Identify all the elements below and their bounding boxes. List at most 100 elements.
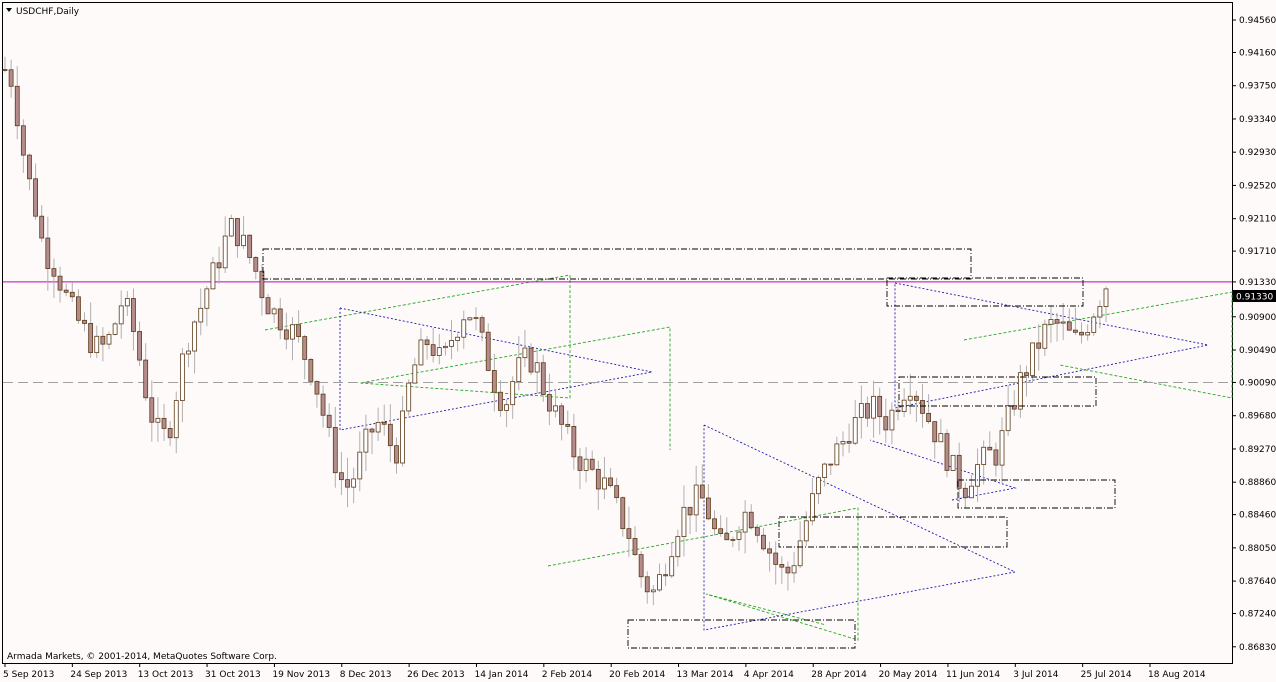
- y-tick-label: 0.90090: [1239, 378, 1276, 388]
- candle-body: [938, 433, 944, 443]
- candle-body: [449, 340, 454, 347]
- candle-body: [724, 533, 730, 541]
- candle-body: [235, 218, 240, 247]
- candle-body: [222, 235, 228, 269]
- candle-body: [583, 458, 589, 471]
- candle-body: [522, 347, 528, 359]
- candle-body: [69, 291, 75, 298]
- candle-body: [345, 479, 350, 488]
- candle-body: [1036, 342, 1042, 349]
- candle-body: [1005, 405, 1011, 432]
- candle-body: [20, 125, 26, 156]
- y-tick-label: 0.93750: [1239, 82, 1276, 92]
- y-tick-label: 0.90900: [1239, 313, 1276, 323]
- candle-body: [1054, 319, 1060, 324]
- candle-body: [406, 382, 412, 412]
- candle-body: [461, 319, 467, 338]
- candle-body: [950, 454, 956, 471]
- chart-symbol-title: USDCHF,Daily: [16, 7, 80, 17]
- y-tick-label: 0.91330: [1239, 278, 1276, 288]
- candle-body: [369, 428, 375, 433]
- candle-body: [932, 421, 938, 443]
- candle-body: [748, 511, 754, 529]
- candle-body: [88, 323, 94, 354]
- y-tick-label: 0.94160: [1239, 48, 1276, 58]
- candle-body: [614, 485, 620, 499]
- candle-body: [161, 417, 167, 429]
- candle-body: [553, 405, 558, 412]
- candle-body: [620, 497, 626, 530]
- candle-body: [186, 350, 191, 355]
- candle-body: [644, 576, 650, 593]
- candle-body: [975, 464, 980, 487]
- x-tick-label: 8 Dec 2013: [340, 670, 392, 680]
- chart-background: [0, 0, 1276, 682]
- y-tick-label: 0.92110: [1239, 215, 1276, 225]
- price-label: 0.91330: [1233, 290, 1276, 303]
- candle-body: [100, 335, 106, 345]
- y-tick-label: 0.90490: [1239, 346, 1276, 356]
- y-tick-label: 0.93340: [1239, 115, 1276, 125]
- candle-body: [803, 520, 809, 542]
- y-tick-label: 0.88460: [1239, 511, 1276, 521]
- candle-body: [595, 468, 601, 490]
- x-tick-label: 13 Oct 2013: [138, 670, 194, 680]
- candle-body: [498, 391, 503, 411]
- candle-body: [302, 336, 308, 360]
- candle-body: [761, 534, 766, 550]
- candle-body: [816, 477, 821, 495]
- candle-body: [204, 288, 210, 309]
- candle-body: [241, 234, 246, 247]
- candle-body: [589, 458, 595, 470]
- candle-body: [834, 443, 840, 466]
- candle-body: [1066, 321, 1072, 331]
- candle-body: [559, 405, 565, 425]
- candle-body: [491, 370, 497, 393]
- candle-body: [394, 445, 399, 464]
- candle-body: [742, 511, 748, 533]
- candle-body: [143, 359, 149, 399]
- x-tick-label: 11 Jun 2014: [946, 670, 1000, 680]
- candle-body: [473, 317, 479, 320]
- candle-body: [883, 416, 889, 431]
- candle-body: [962, 487, 968, 499]
- chart-title[interactable]: USDCHF,Daily: [6, 7, 80, 17]
- candle-body: [314, 380, 320, 395]
- candle-body: [663, 574, 668, 577]
- candle-body: [247, 234, 253, 258]
- candle-body: [706, 497, 711, 520]
- candle-body: [528, 347, 534, 373]
- chart-canvas[interactable]: 0.94560 0.94160 0.93750 0.93340 0.92930 0.925…: [0, 0, 1276, 682]
- candle-body: [889, 409, 895, 431]
- y-tick-label: 0.94560: [1239, 16, 1276, 26]
- candle-body: [510, 381, 516, 406]
- y-tick-label: 0.87240: [1239, 610, 1276, 620]
- x-tick-label: 25 Jul 2014: [1081, 670, 1132, 680]
- candle-body: [828, 463, 834, 466]
- y-tick-label: 0.92520: [1239, 181, 1276, 191]
- candle-body: [179, 353, 185, 401]
- current-price-value: 0.91330: [1236, 293, 1273, 303]
- candle-body: [1024, 372, 1029, 376]
- candle-body: [430, 344, 436, 356]
- x-tick-label: 20 Feb 2014: [609, 670, 665, 680]
- candle-body: [375, 421, 381, 433]
- candle-body: [94, 335, 100, 354]
- candle-body: [51, 268, 57, 277]
- candle-body: [436, 347, 442, 356]
- candle-body: [1048, 319, 1054, 325]
- candle-body: [412, 364, 418, 384]
- candle-body: [332, 427, 338, 474]
- candle-body: [210, 262, 216, 290]
- candle-body: [571, 425, 577, 458]
- candle-body: [504, 404, 509, 411]
- candle-body: [296, 324, 302, 337]
- candle-body: [944, 433, 950, 471]
- candle-body: [467, 317, 473, 321]
- candle-body: [632, 538, 638, 556]
- y-tick-label: 0.86830: [1239, 643, 1276, 653]
- candle-body: [455, 336, 461, 341]
- candle-body: [1060, 321, 1066, 324]
- candle-body: [424, 339, 430, 346]
- candle-body: [718, 528, 724, 534]
